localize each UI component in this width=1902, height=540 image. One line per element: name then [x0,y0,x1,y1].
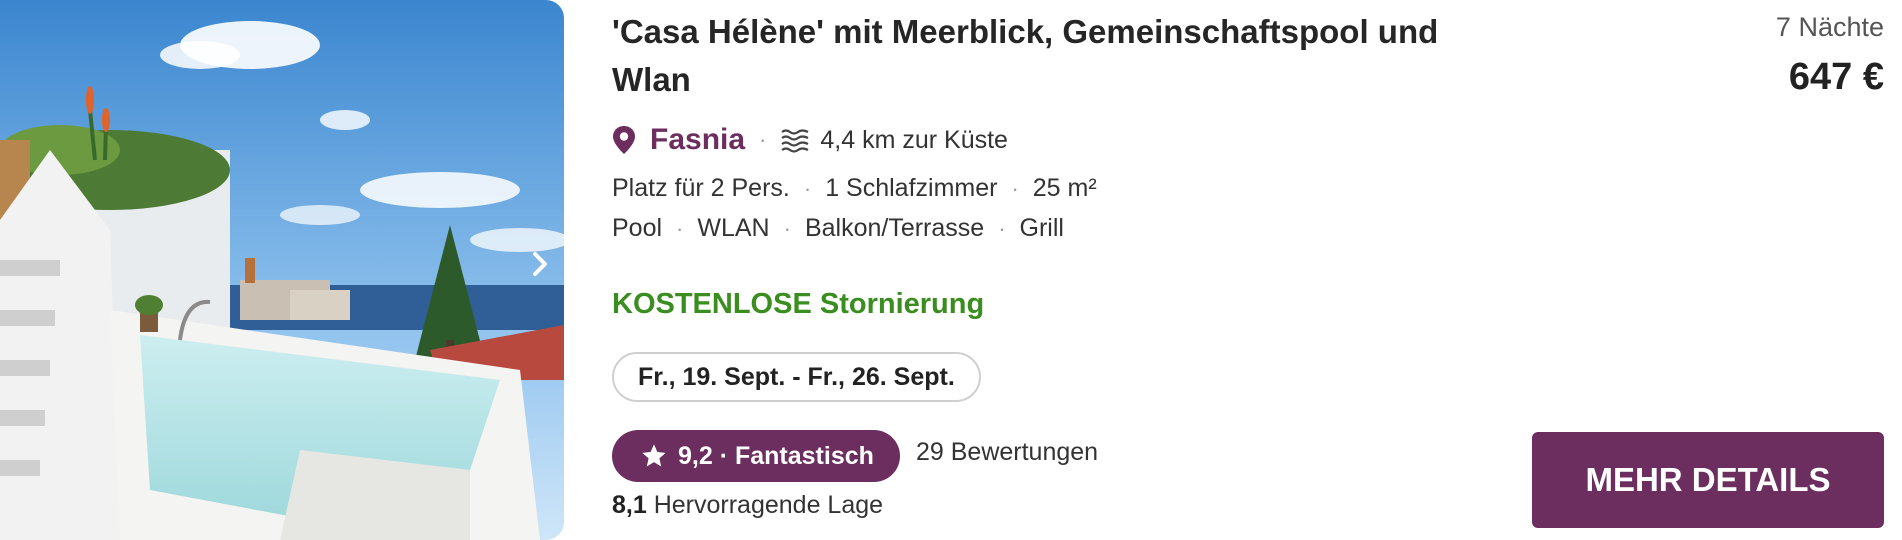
photo-next-button[interactable] [524,248,556,280]
separator-dot: · [803,175,812,201]
free-cancellation-label: KOSTENLOSE Stornierung [612,288,985,320]
amenity-grill: Grill [1019,214,1064,242]
spec-bedrooms: 1 Schlafzimmer [825,174,998,202]
separator-dot: · [759,127,767,152]
amenities-row: Pool · WLAN · Balkon/Terrasse · Grill [612,214,1064,243]
amenity-balcony: Balkon/Terrasse [804,214,985,242]
location-row: Fasnia · 4,4 km zur Küste [612,118,1008,162]
rating-badge: 9,2 · Fantastisch [612,430,900,482]
nights-count: 7 Nächte [1775,12,1884,42]
separator-dot: · [998,215,1006,241]
listing-photo[interactable] [0,0,564,540]
spec-capacity: Platz für 2 Pers. [612,174,790,202]
location-score-label: Hervorragende Lage [653,491,884,519]
reviews-count: 29 Bewertungen [916,438,1099,466]
specs-row: Platz für 2 Pers. · 1 Schlafzimmer · 25 … [612,174,1097,203]
chevron-right-icon [531,250,549,278]
amenity-pool: Pool [612,214,663,242]
spec-size: 25 m² [1032,174,1097,202]
date-range-pill[interactable]: Fr., 19. Sept. - Fr., 26. Sept. [612,352,981,402]
separator-dot: · [783,215,791,241]
location-name: Fasnia [650,123,746,156]
separator-dot: · [1011,175,1019,201]
total-price: 647 € [1788,56,1884,98]
amenity-wlan: WLAN [697,214,770,242]
location-score-value: 8,1 [612,491,647,519]
more-details-button[interactable]: MEHR DETAILS [1532,432,1884,528]
star-icon [640,442,668,470]
map-pin-icon [612,125,636,155]
listing-details: 'Casa Hélène' mit Meerblick, Gemeinschaf… [612,0,1902,540]
separator-dot: · [676,215,684,241]
rating-label: 9,2 · Fantastisch [678,441,874,470]
pool-terrace-image [0,0,564,540]
location-score: 8,1 Hervorragende Lage [612,491,883,520]
listing-title[interactable]: 'Casa Hélène' mit Meerblick, Gemeinschaf… [612,8,1452,104]
waves-icon [780,127,810,153]
coast-distance: 4,4 km zur Küste [820,125,1008,154]
